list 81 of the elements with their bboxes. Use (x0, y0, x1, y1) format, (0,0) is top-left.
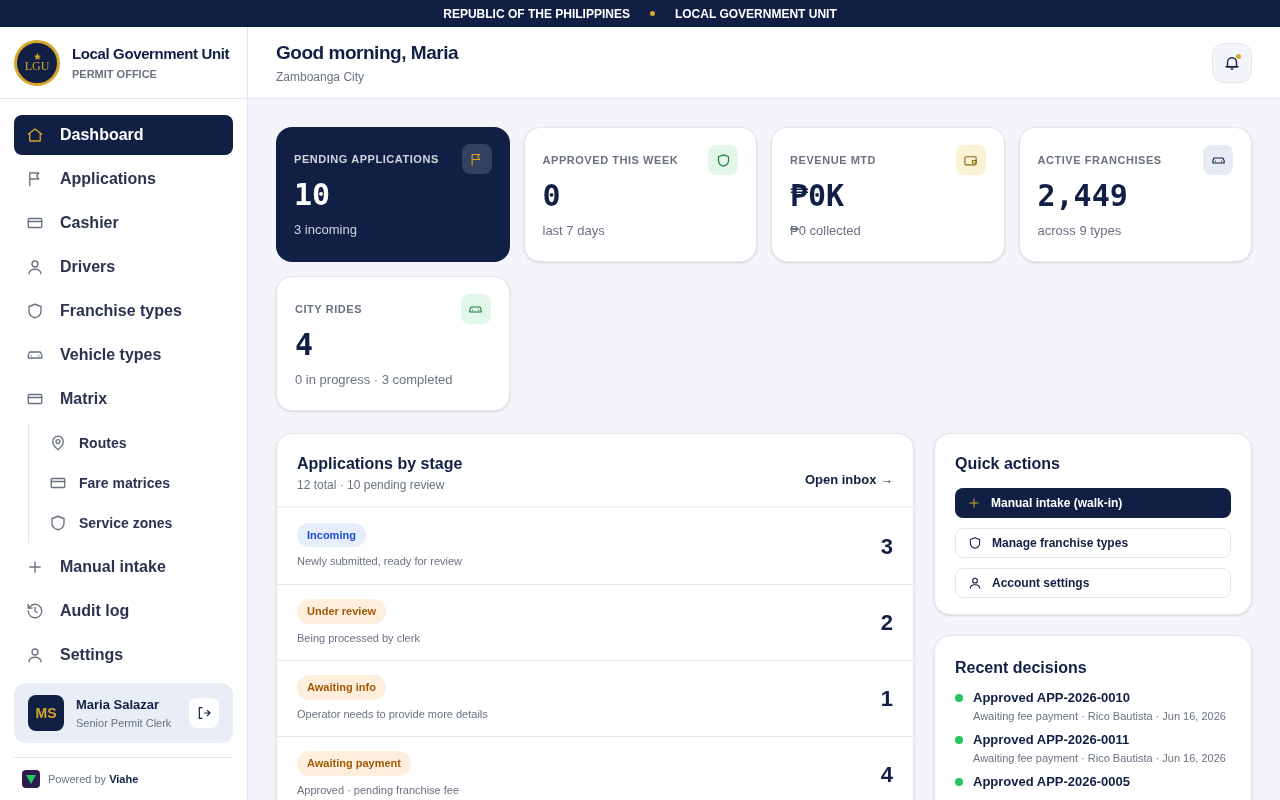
card-title: Applications by stage (297, 454, 463, 474)
powered-by-text: Powered by Viahe (48, 771, 139, 787)
plus-icon (26, 558, 44, 576)
stage-badge: Incoming (297, 522, 366, 547)
stage-description: Being processed by clerk (297, 630, 420, 646)
user-role: Senior Permit Clerk (76, 715, 173, 731)
top-banner-text: REPUBLIC OF THE PHILIPPINES (443, 5, 630, 23)
stat-value: 0 (542, 181, 562, 211)
quick-action-button[interactable]: Manage franchise types (955, 528, 1231, 558)
sidebar-item[interactable]: Audit log (14, 591, 233, 631)
sidebar-subitem[interactable]: Routes (39, 423, 233, 463)
greeting-title: Good morning, Maria (276, 41, 459, 66)
stat-note: last 7 days (542, 222, 606, 240)
sidebar-item[interactable]: Drivers (14, 247, 233, 287)
brand-subtitle: PERMIT OFFICE (72, 66, 158, 82)
decision-title: Approved APP-2026-0005 (973, 773, 1131, 791)
card-title: Recent decisions (955, 658, 1088, 678)
decision-title: Approved APP-2026-0011 (973, 731, 1131, 749)
stage-badge: Awaiting info (297, 675, 386, 700)
sidebar-subitem[interactable]: Fare matrices (39, 463, 233, 503)
shield-icon (26, 302, 44, 320)
stage-description: Newly submitted, ready for review (297, 554, 463, 569)
open-inbox-link[interactable]: Open inbox → (804, 470, 893, 490)
brand-logo-icon (22, 770, 40, 788)
stat-value: ₱0K (790, 181, 846, 211)
notifications-button[interactable] (1212, 42, 1252, 83)
shield-icon (715, 152, 731, 168)
person-icon (968, 576, 982, 590)
quick-action-button[interactable]: Manual intake (walk-in) (955, 488, 1231, 518)
logout-button[interactable] (189, 698, 219, 728)
stat-note: 3 incoming (294, 221, 358, 239)
sidebar-item[interactable]: Matrix (14, 379, 233, 419)
sidebar-item[interactable]: Vehicle types (14, 335, 233, 375)
logout-icon (196, 705, 212, 721)
decision-detail: Awaiting fee payment · Rico Bautista · Jun 16, 2026 (973, 708, 1226, 724)
sidebar-item[interactable]: Franchise types (14, 291, 233, 331)
shield-icon (968, 536, 982, 550)
person-icon (26, 258, 44, 276)
stage-count: 3 (880, 532, 893, 561)
stat-value: 2,449 (1037, 181, 1129, 211)
sidebar-item[interactable]: Manual intake (14, 547, 233, 587)
user-name: Maria Salazar (76, 696, 161, 714)
sidebar-item[interactable]: Cashier (14, 203, 233, 243)
card-title: Quick actions (955, 454, 1061, 474)
quick-action-button[interactable]: Account settings (955, 568, 1231, 598)
home-icon (26, 126, 44, 144)
stat-label: ACTIVE FRANCHISES (1037, 153, 1162, 168)
sidebar-item[interactable]: Dashboard (14, 115, 233, 155)
card-subtitle: 12 total · 10 pending review (297, 477, 446, 494)
decision-title: Approved APP-2026-0010 (973, 689, 1132, 707)
map-pin-icon (49, 434, 67, 452)
stat-value: 10 (294, 180, 332, 210)
person-icon (26, 646, 44, 664)
brand-title: Local Government Unit (72, 44, 230, 64)
decision-detail: Awaiting fee payment · Rico Bautista · Jun 16, 2026 (973, 750, 1226, 766)
stat-label: APPROVED THIS WEEK (542, 153, 679, 168)
stage-count: 2 (880, 609, 893, 637)
stat-label: PENDING APPLICATIONS (294, 152, 439, 167)
star-icon (33, 53, 41, 60)
stat-note: across 9 types (1037, 222, 1123, 240)
sidebar-item[interactable]: Settings (14, 635, 233, 675)
stage-badge: Awaiting payment (297, 751, 411, 776)
sidebar-item[interactable]: Applications (14, 159, 233, 199)
stage-badge: Under review (297, 599, 387, 624)
stage-description: Approved · pending franchise fee (297, 782, 460, 798)
user-avatar: MS (28, 695, 64, 731)
city-name: Zamboanga City (276, 68, 366, 86)
sidebar-subitem[interactable]: Service zones (39, 503, 233, 543)
shield-icon (49, 514, 67, 532)
plus-icon (967, 496, 981, 510)
top-banner-text: LOCAL GOVERNMENT UNIT (674, 5, 837, 23)
stage-count: 4 (880, 761, 893, 789)
stage-description: Operator needs to provide more details (297, 706, 488, 722)
stat-label: REVENUE MTD (790, 153, 877, 168)
logo-text: LGU (24, 60, 50, 72)
stat-note: 0 in progress · 3 completed (295, 371, 454, 389)
stat-label: CITY RIDES (295, 302, 363, 317)
stage-count: 1 (880, 685, 893, 713)
stat-note: ₱0 collected (790, 222, 862, 240)
history-icon (26, 602, 44, 620)
stat-value: 4 (295, 330, 315, 360)
